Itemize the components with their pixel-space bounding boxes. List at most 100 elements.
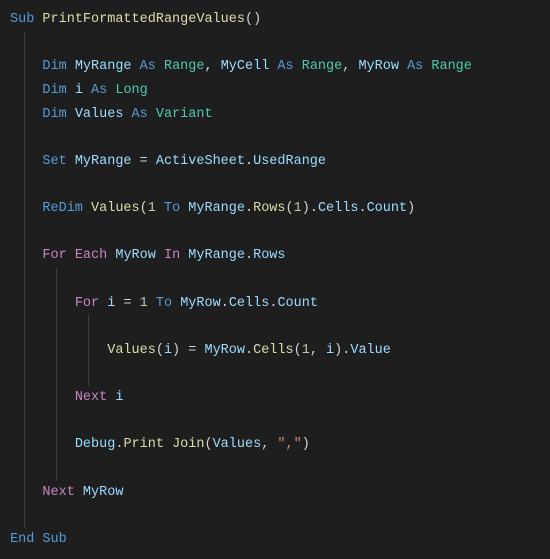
- dot: .: [245, 248, 253, 263]
- var: Values: [75, 107, 124, 122]
- rparen: ): [302, 201, 310, 216]
- keyword-to: To: [156, 296, 172, 311]
- keyword-dim: Dim: [42, 59, 66, 74]
- keyword-set: Set: [42, 154, 66, 169]
- var: i: [115, 390, 123, 405]
- prop: Cells: [253, 343, 294, 358]
- keyword-as: As: [140, 59, 156, 74]
- keyword-redim: ReDim: [42, 201, 83, 216]
- var: Values: [91, 201, 140, 216]
- code-line: For Each MyRow In MyRange.Rows: [10, 244, 540, 268]
- blank-line: [10, 32, 540, 56]
- lparen: (: [294, 343, 302, 358]
- blank-line: [10, 315, 540, 339]
- code-line: Values(i) = MyRow.Cells(1, i).Value: [10, 339, 540, 363]
- keyword-dim: Dim: [42, 83, 66, 98]
- lparen: (: [286, 201, 294, 216]
- prop: Value: [350, 343, 391, 358]
- keyword-for: For: [42, 248, 66, 263]
- comma: ,: [204, 59, 220, 74]
- code-line: Sub PrintFormattedRangeValues(): [10, 8, 540, 32]
- var: Values: [107, 343, 156, 358]
- prop: Count: [277, 296, 318, 311]
- obj: ActiveSheet: [156, 154, 245, 169]
- type: Range: [302, 59, 343, 74]
- obj: Debug: [75, 437, 116, 452]
- code-line: ReDim Values(1 To MyRange.Rows(1).Cells.…: [10, 197, 540, 221]
- type: Range: [164, 59, 205, 74]
- keyword-for: For: [75, 296, 99, 311]
- rparen: ): [172, 343, 180, 358]
- keyword-as: As: [91, 83, 107, 98]
- keyword-end-sub: End Sub: [10, 532, 67, 547]
- keyword-as: As: [132, 107, 148, 122]
- prop: Rows: [253, 248, 285, 263]
- var: Values: [213, 437, 262, 452]
- var: MyRange: [188, 201, 245, 216]
- sub-name: PrintFormattedRangeValues: [42, 12, 245, 27]
- number: 1: [294, 201, 302, 216]
- rparen: ): [302, 437, 310, 452]
- keyword-as: As: [407, 59, 423, 74]
- dot: .: [310, 201, 318, 216]
- blank-line: [10, 173, 540, 197]
- blank-line: [10, 504, 540, 528]
- parens: (): [245, 12, 261, 27]
- code-line: Dim Values As Variant: [10, 103, 540, 127]
- lparen: (: [140, 201, 148, 216]
- prop: Count: [367, 201, 408, 216]
- code-line: Set MyRange = ActiveSheet.UsedRange: [10, 150, 540, 174]
- code-line: Dim i As Long: [10, 79, 540, 103]
- dot: .: [221, 296, 229, 311]
- code-line: Next MyRow: [10, 481, 540, 505]
- var: MyRow: [83, 485, 124, 500]
- prop: Rows: [253, 201, 285, 216]
- type: Range: [431, 59, 472, 74]
- code-line: End Sub: [10, 528, 540, 552]
- lparen: (: [156, 343, 164, 358]
- var: MyRow: [358, 59, 399, 74]
- var: MyCell: [221, 59, 270, 74]
- prop: Cells: [318, 201, 359, 216]
- eq: =: [132, 154, 156, 169]
- rparen: ): [407, 201, 415, 216]
- lparen: (: [204, 437, 212, 452]
- type: Variant: [156, 107, 213, 122]
- var: i: [326, 343, 334, 358]
- fn: Print: [123, 437, 164, 452]
- string: ",": [277, 437, 301, 452]
- code-editor: Sub PrintFormattedRangeValues() Dim MyRa…: [0, 0, 550, 559]
- number: 1: [140, 296, 148, 311]
- var: MyRow: [180, 296, 221, 311]
- blank-line: [10, 362, 540, 386]
- blank-line: [10, 410, 540, 434]
- var: MyRange: [75, 154, 132, 169]
- dot: .: [245, 154, 253, 169]
- var: MyRow: [115, 248, 156, 263]
- keyword-next: Next: [42, 485, 74, 500]
- prop: UsedRange: [253, 154, 326, 169]
- var: i: [75, 83, 83, 98]
- keyword-in: In: [164, 248, 180, 263]
- keyword-dim: Dim: [42, 107, 66, 122]
- code-line: Next i: [10, 386, 540, 410]
- fn: Join: [172, 437, 204, 452]
- comma: ,: [310, 343, 326, 358]
- blank-line: [10, 268, 540, 292]
- blank-line: [10, 221, 540, 245]
- eq: =: [180, 343, 204, 358]
- var: i: [164, 343, 172, 358]
- dot: .: [245, 343, 253, 358]
- code-line: For i = 1 To MyRow.Cells.Count: [10, 292, 540, 316]
- eq: =: [115, 296, 139, 311]
- keyword-next: Next: [75, 390, 107, 405]
- dot: .: [245, 201, 253, 216]
- keyword-each: Each: [75, 248, 107, 263]
- var: MyRange: [75, 59, 132, 74]
- code-line: Dim MyRange As Range, MyCell As Range, M…: [10, 55, 540, 79]
- var: MyRange: [188, 248, 245, 263]
- blank-line: [10, 126, 540, 150]
- blank-line: [10, 457, 540, 481]
- prop: Cells: [229, 296, 270, 311]
- number: 1: [148, 201, 156, 216]
